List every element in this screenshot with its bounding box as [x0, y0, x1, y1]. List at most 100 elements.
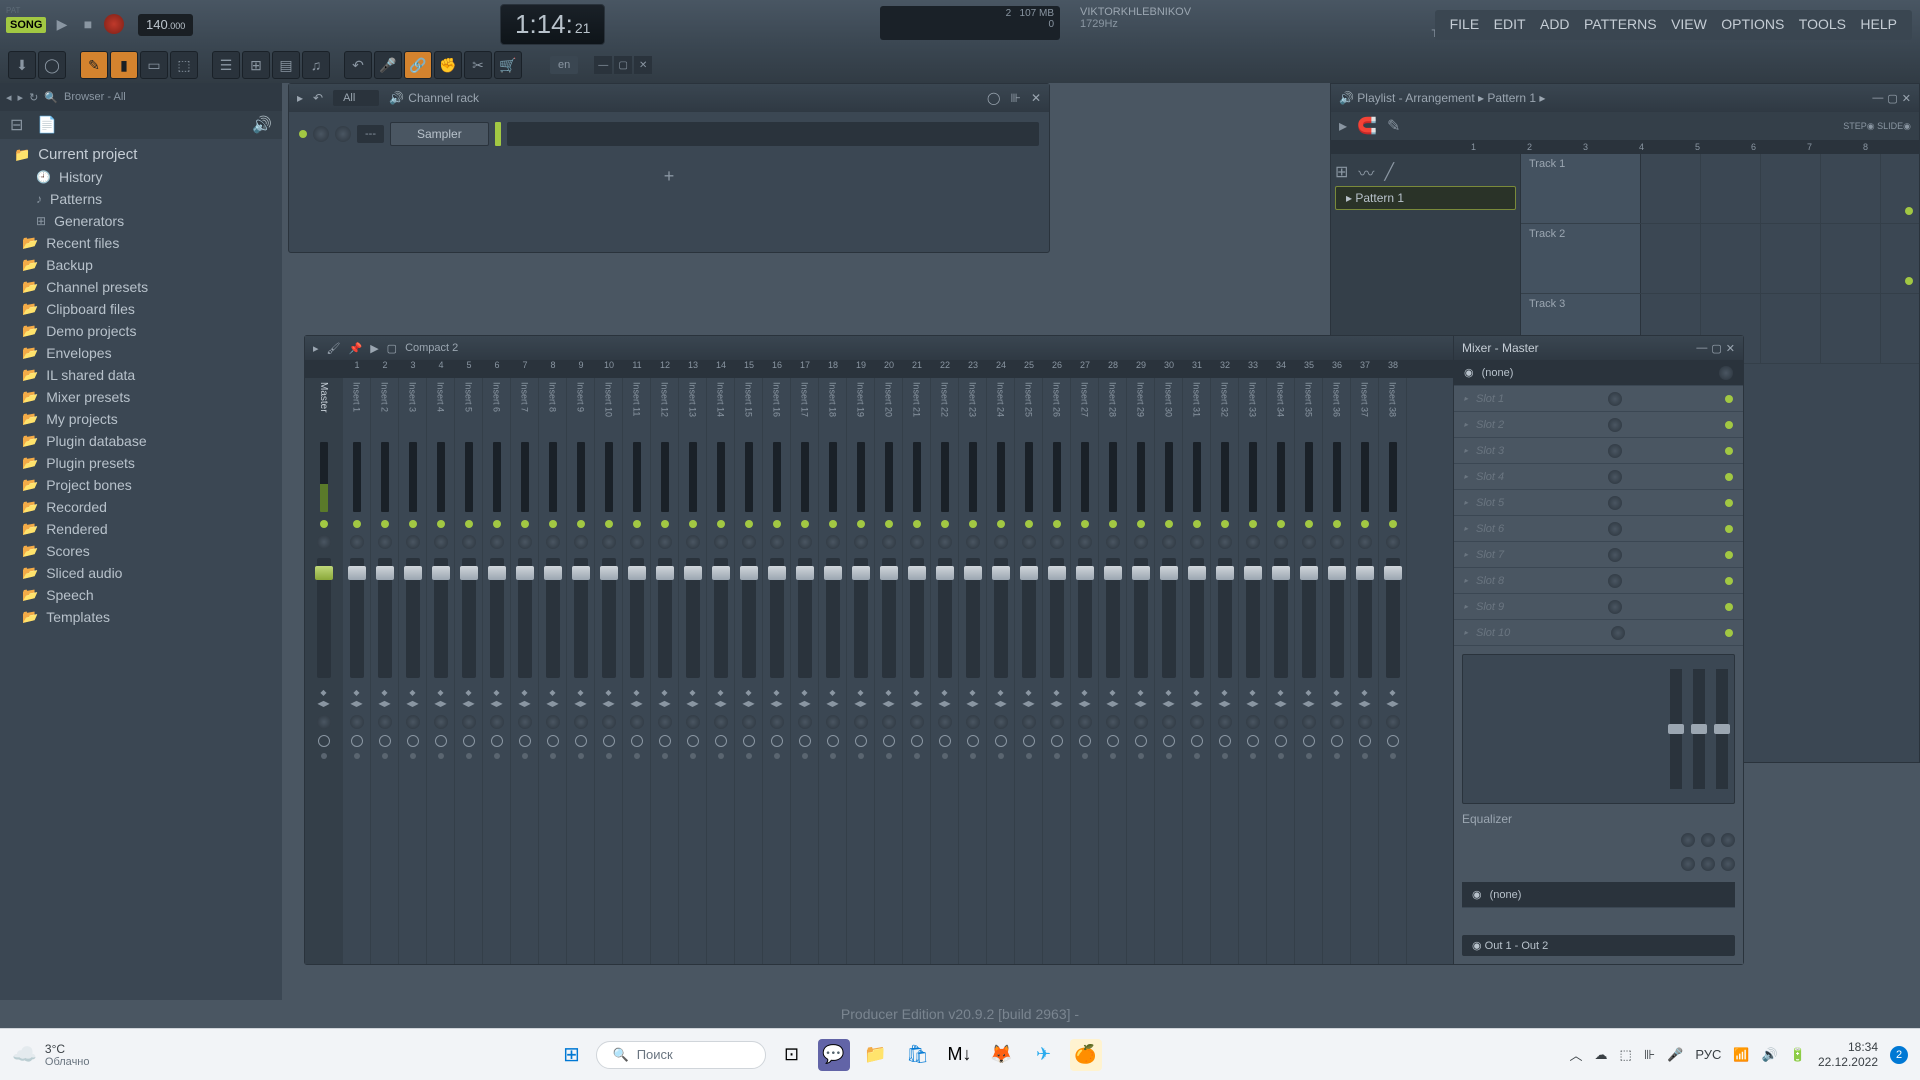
mixer-insert-32[interactable]: Insert 32◆◀▶: [1211, 378, 1239, 964]
tree-folder[interactable]: 📂Channel presets: [0, 276, 282, 298]
tree-folder[interactable]: 📂My projects: [0, 408, 282, 430]
song-button[interactable]: SONG: [6, 17, 46, 33]
mixer-insert-8[interactable]: Insert 8◆◀▶: [539, 378, 567, 964]
onedrive-icon[interactable]: ☁: [1595, 1047, 1608, 1063]
collapse-icon[interactable]: ⊟: [10, 115, 23, 135]
effect-slot-7[interactable]: ▸Slot 7: [1454, 542, 1743, 568]
file-icon[interactable]: 📄: [37, 115, 57, 135]
mixer-insert-35[interactable]: Insert 35◆◀▶: [1295, 378, 1323, 964]
channel-vol-knob[interactable]: [335, 126, 351, 142]
current-project-folder[interactable]: 📁Current project: [0, 143, 282, 166]
tree-folder[interactable]: 📂Envelopes: [0, 342, 282, 364]
eq-knob-3[interactable]: [1721, 833, 1735, 847]
mixer-insert-9[interactable]: Insert 9◆◀▶: [567, 378, 595, 964]
piano-icon[interactable]: ⊞: [1335, 162, 1348, 182]
ms-close-icon[interactable]: ✕: [1726, 342, 1735, 355]
input-slot[interactable]: ◉(none): [1454, 360, 1743, 386]
mx-menu-icon[interactable]: ▸: [313, 342, 319, 355]
mixer-insert-28[interactable]: Insert 28◆◀▶: [1099, 378, 1127, 964]
pat-song-toggle[interactable]: PAT SONG: [6, 6, 46, 33]
mixer-insert-29[interactable]: Insert 29◆◀▶: [1127, 378, 1155, 964]
mx-view-icon[interactable]: ▢: [387, 342, 397, 355]
mixer-insert-17[interactable]: Insert 17◆◀▶: [791, 378, 819, 964]
cr-menu-icon[interactable]: ▸: [297, 91, 303, 105]
auto-icon[interactable]: ╱: [1384, 162, 1394, 182]
mixer-insert-15[interactable]: Insert 15◆◀▶: [735, 378, 763, 964]
channel-led[interactable]: [299, 130, 307, 138]
tree-folder[interactable]: 📂Rendered: [0, 518, 282, 540]
minimize-button[interactable]: —: [594, 56, 612, 74]
menu-view[interactable]: VIEW: [1671, 16, 1707, 32]
app-store[interactable]: 🛍: [902, 1039, 934, 1071]
mixer-insert-16[interactable]: Insert 16◆◀▶: [763, 378, 791, 964]
menu-help[interactable]: HELP: [1860, 16, 1897, 32]
tree-folder[interactable]: 📂Clipboard files: [0, 298, 282, 320]
search-icon[interactable]: 🔍: [44, 91, 58, 104]
mx-flag-icon[interactable]: ▶: [370, 342, 378, 355]
menu-patterns[interactable]: PATTERNS: [1584, 16, 1657, 32]
mixer-insert-26[interactable]: Insert 26◆◀▶: [1043, 378, 1071, 964]
mixer-insert-11[interactable]: Insert 11◆◀▶: [623, 378, 651, 964]
midi-icon[interactable]: ✊: [434, 51, 462, 79]
mixer-insert-23[interactable]: Insert 23◆◀▶: [959, 378, 987, 964]
app-flstudio[interactable]: 🍊: [1070, 1039, 1102, 1071]
play-button[interactable]: ▶: [52, 14, 72, 34]
channel-route[interactable]: ---: [357, 125, 384, 143]
battery-icon[interactable]: 🔋: [1790, 1047, 1806, 1063]
master-ring[interactable]: [318, 735, 330, 747]
menu-edit[interactable]: EDIT: [1494, 16, 1526, 32]
volume-icon[interactable]: 🔊: [1762, 1047, 1778, 1063]
tray-icon[interactable]: ⊪: [1644, 1047, 1655, 1063]
eq-knob-6[interactable]: [1721, 857, 1735, 871]
tool-paint[interactable]: ▮: [110, 51, 138, 79]
forward-icon[interactable]: ▸: [18, 91, 24, 104]
effect-slot-6[interactable]: ▸Slot 6: [1454, 516, 1743, 542]
tree-folder[interactable]: 📂Recorded: [0, 496, 282, 518]
stop-button[interactable]: ■: [78, 14, 98, 34]
tree-folder[interactable]: 📂Backup: [0, 254, 282, 276]
master-led[interactable]: [320, 520, 328, 528]
magnet-icon[interactable]: 🧲: [1357, 116, 1377, 136]
step-sequencer[interactable]: [507, 122, 1039, 146]
back-icon[interactable]: ◂: [6, 91, 12, 104]
time-display[interactable]: 1:14: 21: [500, 4, 605, 45]
refresh-icon[interactable]: ↻: [29, 91, 38, 104]
mixer-master-track[interactable]: Master ◆◀▶: [305, 378, 343, 964]
ms-min-icon[interactable]: —: [1696, 342, 1707, 355]
mixer-insert-6[interactable]: Insert 6◆◀▶: [483, 378, 511, 964]
mixer-insert-20[interactable]: Insert 20◆◀▶: [875, 378, 903, 964]
tree-folder[interactable]: 📂Mixer presets: [0, 386, 282, 408]
mixer-insert-24[interactable]: Insert 24◆◀▶: [987, 378, 1015, 964]
app-firefox[interactable]: 🦊: [986, 1039, 1018, 1071]
master-fader[interactable]: [317, 558, 331, 678]
notification-badge[interactable]: 2: [1890, 1046, 1908, 1064]
view-mixer[interactable]: ♫: [302, 51, 330, 79]
mixer-insert-25[interactable]: Insert 25◆◀▶: [1015, 378, 1043, 964]
chevron-up-icon[interactable]: ︿: [1570, 1045, 1583, 1064]
cr-undo-icon[interactable]: ↶: [313, 91, 323, 105]
eq-knob-1[interactable]: [1681, 833, 1695, 847]
effect-slot-1[interactable]: ▸Slot 1: [1454, 386, 1743, 412]
pl-tool-icon[interactable]: ✎: [1387, 116, 1400, 136]
effect-slot-10[interactable]: ▸Slot 10: [1454, 620, 1743, 646]
record-button[interactable]: [104, 14, 124, 34]
mic-icon[interactable]: 🎤: [374, 51, 402, 79]
mx-pin-icon[interactable]: 📌: [349, 342, 363, 355]
undo-icon[interactable]: ↶: [344, 51, 372, 79]
menu-tools[interactable]: TOOLS: [1799, 16, 1846, 32]
mixer-insert-37[interactable]: Insert 37◆◀▶: [1351, 378, 1379, 964]
playlist-pattern-crumb[interactable]: Pattern 1: [1487, 91, 1536, 105]
close-button[interactable]: ✕: [634, 56, 652, 74]
tree-folder[interactable]: 📂Sliced audio: [0, 562, 282, 584]
track-2-lane[interactable]: [1641, 224, 1919, 293]
master-send[interactable]: [317, 715, 331, 729]
maximize-button[interactable]: ▢: [614, 56, 632, 74]
app-chat[interactable]: 💬: [818, 1039, 850, 1071]
tempo-display[interactable]: 140.000: [138, 14, 193, 36]
track-1-lane[interactable]: [1641, 154, 1919, 223]
app-markdown[interactable]: M↓: [944, 1039, 976, 1071]
mixer-insert-22[interactable]: Insert 22◆◀▶: [931, 378, 959, 964]
view-playlist[interactable]: ☰: [212, 51, 240, 79]
tree-patterns[interactable]: ♪Patterns: [0, 188, 282, 210]
effect-slot-3[interactable]: ▸Slot 3: [1454, 438, 1743, 464]
